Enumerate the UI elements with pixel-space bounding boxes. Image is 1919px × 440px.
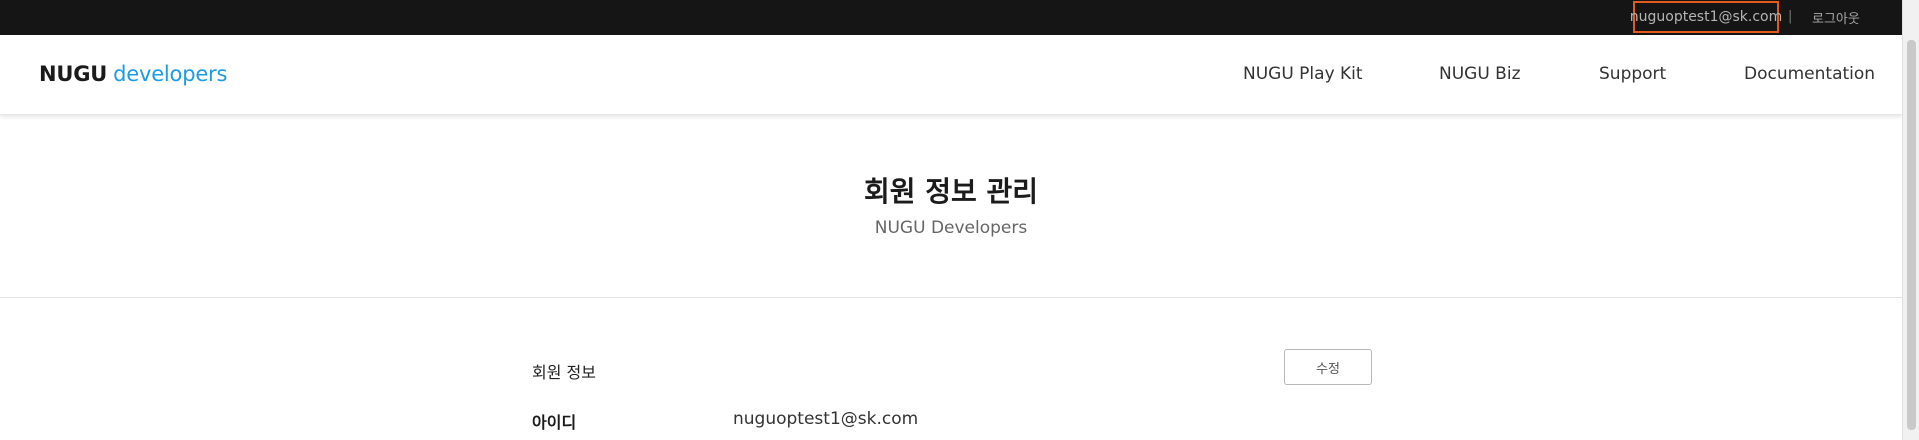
nav-play-kit[interactable]: NUGU Play Kit — [1243, 64, 1363, 84]
page-title: 회원 정보 관리 — [863, 175, 1039, 208]
nav-biz[interactable]: NUGU Biz — [1439, 64, 1521, 84]
logout-link[interactable]: 로그아웃 — [1812, 8, 1860, 27]
user-id-value: nuguoptest1@sk.com — [733, 409, 919, 429]
nav-documentation[interactable]: Documentation — [1744, 64, 1875, 84]
main-header: NUGU developers NUGU Play Kit NUGU Biz Su… — [0, 35, 1902, 115]
page-subtitle: NUGU Developers — [874, 218, 1028, 238]
logo-brand: NUGU — [39, 62, 108, 86]
top-utility-bar: nuguoptest1@sk.com | 로그아웃 — [0, 0, 1919, 35]
member-info-heading: 회원 정보 — [532, 363, 596, 382]
member-info-section: 회원 정보 수정 아이디 nuguoptest1@sk.com — [0, 299, 1902, 440]
account-email-link[interactable]: nuguoptest1@sk.com — [1630, 1, 1782, 33]
nugu-developers-logo[interactable]: NUGU developers — [39, 62, 227, 86]
topbar-divider: | — [1788, 9, 1793, 24]
page: nuguoptest1@sk.com | 로그아웃 NUGU developers… — [0, 0, 1919, 440]
scrollbar-thumb[interactable] — [1907, 40, 1916, 430]
page-title-section: 회원 정보 관리 NUGU Developers — [0, 116, 1902, 298]
logo-sub: developers — [113, 62, 228, 86]
vertical-scrollbar[interactable] — [1902, 0, 1919, 440]
nav-support[interactable]: Support — [1599, 64, 1666, 84]
user-id-label: 아이디 — [532, 413, 577, 432]
edit-button[interactable]: 수정 — [1284, 349, 1372, 385]
